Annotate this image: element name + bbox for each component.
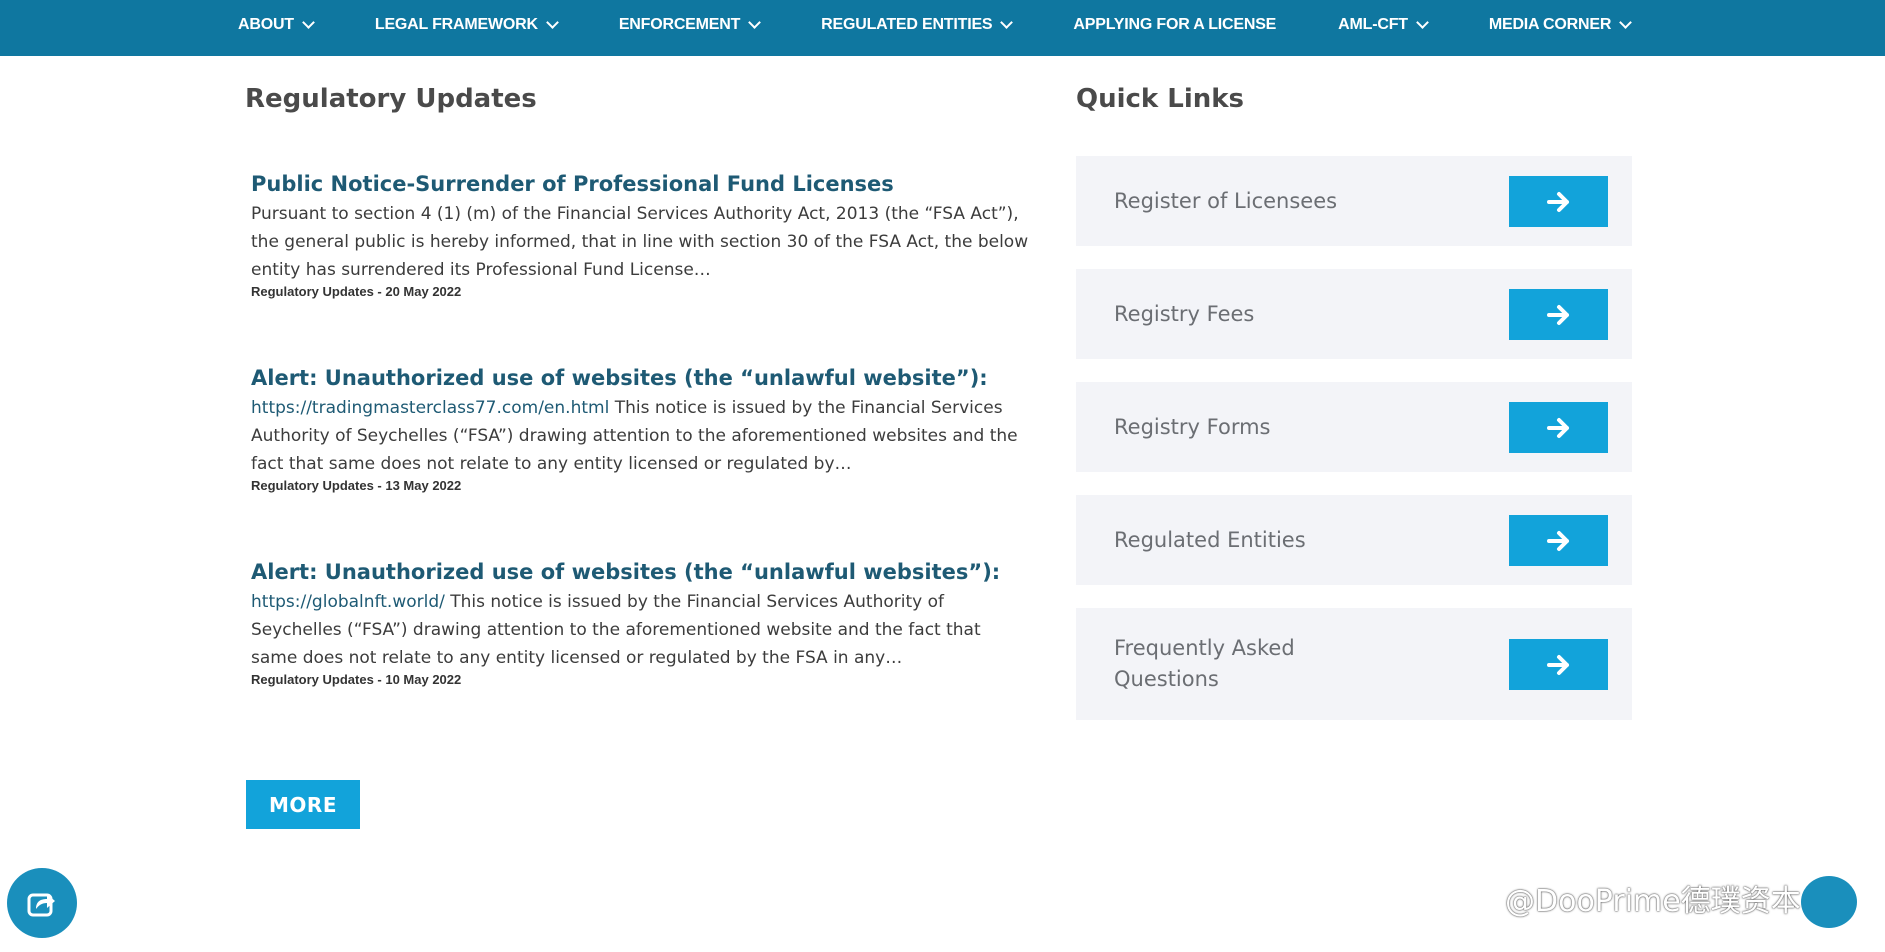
quick-links-section: Quick Links Register of Licensees Regist… [1076, 84, 1632, 720]
nav-item-applying-for-a-license[interactable]: APPLYING FOR A LICENSE [1073, 16, 1276, 34]
regulatory-updates-section: Regulatory Updates Public Notice-Surrend… [245, 84, 1035, 687]
article-title-link[interactable]: Alert: Unauthorized use of websites (the… [251, 364, 1031, 392]
quick-link-regulated-entities[interactable]: Regulated Entities [1076, 495, 1632, 585]
article-meta: Regulatory Updates - 10 May 2022 [251, 672, 462, 687]
quick-link-registry-forms[interactable]: Registry Forms [1076, 382, 1632, 472]
article-body-text: Pursuant to section 4 (1) (m) of the Fin… [251, 204, 1029, 280]
chevron-down-icon [545, 16, 559, 29]
article-excerpt: https://tradingmasterclass77.com/en.html… [251, 394, 1031, 478]
arrow-right-button[interactable] [1509, 515, 1608, 566]
arrow-right-icon [1546, 304, 1569, 325]
watermark: @DooPrime德璞资本 [1505, 884, 1801, 919]
arrow-right-icon [1546, 654, 1569, 675]
nav-item-aml-cft[interactable]: AML-CFT [1338, 16, 1429, 34]
article-meta: Regulatory Updates - 20 May 2022 [251, 284, 462, 299]
article-url-link[interactable]: https://globalnft.world/ [251, 592, 445, 612]
arrow-right-button[interactable] [1509, 289, 1608, 340]
chevron-down-icon [1000, 16, 1014, 29]
arrow-right-button[interactable] [1509, 176, 1608, 227]
quick-link-register-of-licensees[interactable]: Register of Licensees [1076, 156, 1632, 246]
more-button[interactable]: MORE [246, 780, 360, 829]
nav-item-media-corner[interactable]: MEDIA CORNER [1489, 16, 1633, 34]
quick-links-title: Quick Links [1076, 84, 1245, 114]
section-title: Regulatory Updates [245, 84, 537, 114]
article-title-link[interactable]: Public Notice-Surrender of Professional … [251, 170, 1031, 198]
top-navigation: ABOUT LEGAL FRAMEWORK ENFORCEMENT REGULA… [0, 0, 1885, 56]
quick-link-label: Registry Forms [1114, 414, 1271, 439]
arrow-right-icon [1546, 191, 1569, 212]
chevron-down-icon [748, 16, 762, 29]
article-url-link[interactable]: https://tradingmasterclass77.com/en.html [251, 398, 609, 418]
quick-link-frequently-asked-questions[interactable]: Frequently Asked Questions [1076, 608, 1632, 720]
article-meta: Regulatory Updates - 13 May 2022 [251, 478, 462, 493]
article-item: Alert: Unauthorized use of websites (the… [251, 558, 1031, 752]
article-excerpt: https://globalnft.world/ This notice is … [251, 588, 1031, 672]
nav-item-regulated-entities[interactable]: REGULATED ENTITIES [821, 16, 1014, 34]
article-item: Alert: Unauthorized use of websites (the… [251, 364, 1031, 558]
chevron-down-icon [302, 16, 315, 29]
chevron-down-icon [1619, 16, 1633, 29]
article-excerpt: Pursuant to section 4 (1) (m) of the Fin… [251, 200, 1031, 284]
article-item: Public Notice-Surrender of Professional … [251, 170, 1031, 364]
nav-item-legal-framework[interactable]: LEGAL FRAMEWORK [375, 16, 559, 34]
chevron-down-icon [1415, 16, 1429, 29]
quick-link-label: Regulated Entities [1114, 527, 1306, 552]
arrow-right-icon [1546, 417, 1569, 438]
scroll-to-top-button[interactable] [1801, 876, 1857, 928]
article-list: Public Notice-Surrender of Professional … [251, 170, 1031, 752]
quick-link-label: Register of Licensees [1114, 188, 1338, 213]
arrow-right-icon [1546, 530, 1569, 551]
arrow-right-button[interactable] [1509, 402, 1608, 453]
article-title-link[interactable]: Alert: Unauthorized use of websites (the… [251, 558, 1031, 586]
quick-link-registry-fees[interactable]: Registry Fees [1076, 269, 1632, 359]
arrow-right-button[interactable] [1509, 639, 1608, 690]
quick-link-label: Frequently Asked Questions [1114, 636, 1295, 691]
quick-link-label: Registry Fees [1114, 301, 1255, 326]
share-icon [27, 893, 55, 917]
share-button[interactable] [7, 868, 77, 938]
nav-item-about[interactable]: ABOUT [238, 16, 315, 34]
nav-item-enforcement[interactable]: ENFORCEMENT [619, 16, 762, 34]
